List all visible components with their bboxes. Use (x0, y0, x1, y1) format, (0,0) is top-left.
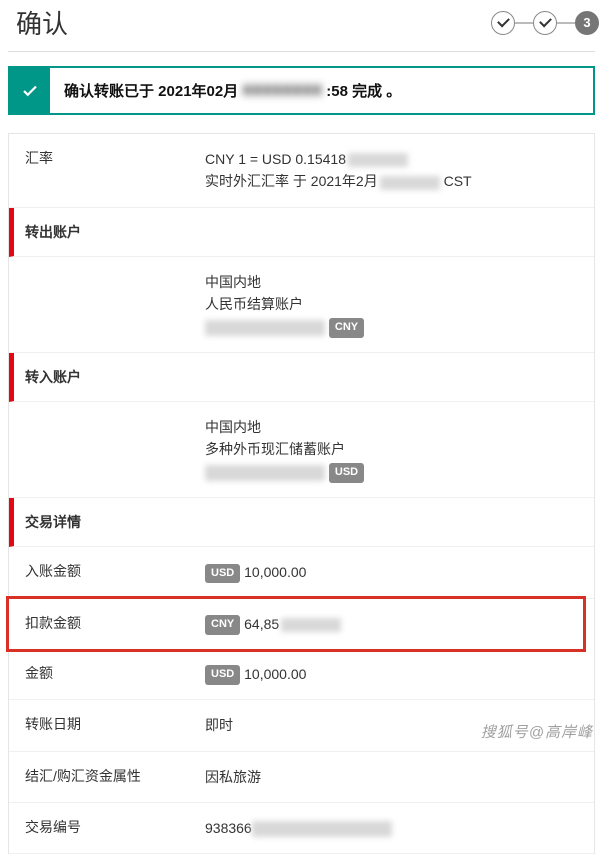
amount-value: USD 10,000.00 (205, 663, 594, 685)
purpose-value: 因私旅游 (205, 766, 594, 788)
success-prefix: 确认转账已于 2021年02月 (64, 80, 238, 101)
rate-label: 汇率 (25, 148, 205, 193)
to-region: 中国内地 (205, 416, 594, 438)
success-suffix: :58 完成 。 (326, 80, 401, 101)
debit-highlight-box: 扣款金额 CNY 64,85 (6, 596, 586, 652)
ref-label: 交易编号 (25, 817, 205, 839)
from-region: 中国内地 (205, 271, 594, 293)
row-amount: 金额 USD 10,000.00 (9, 649, 594, 700)
to-section-label: 转入账户 (25, 367, 81, 387)
from-ccy-pill: CNY (329, 318, 364, 338)
from-empty-label (25, 271, 205, 338)
step-indicator: 3 (491, 11, 599, 35)
details-section-label: 交易详情 (25, 512, 81, 532)
row-debit-amount: 扣款金额 CNY 64,85 (9, 599, 583, 649)
row-purpose: 结汇/购汇资金属性 因私旅游 (9, 752, 594, 803)
from-section-label: 转出账户 (25, 222, 81, 242)
debit-ccy-pill: CNY (205, 615, 240, 635)
from-value: 中国内地 人民币结算账户 CNY (205, 271, 594, 338)
success-check-icon (10, 68, 50, 113)
watermark: 搜狐号@高岸峰 (481, 721, 593, 742)
ref-hidden (252, 821, 392, 837)
rate-value: CNY 1 = USD 0.15418 实时外汇汇率 于 2021年2月 CST (205, 148, 594, 193)
row-rate: 汇率 CNY 1 = USD 0.15418 实时外汇汇率 于 2021年2月 … (9, 134, 594, 208)
page-header: 确认 3 (0, 0, 603, 51)
debit-label: 扣款金额 (25, 613, 205, 635)
debit-amount-prefix: 64,85 (244, 616, 279, 632)
row-credit-amount: 入账金额 USD 10,000.00 (9, 547, 594, 598)
credit-amount: 10,000.00 (244, 564, 306, 580)
ref-prefix: 938366 (205, 820, 252, 836)
section-to-account: 转入账户 (9, 353, 594, 402)
date-label: 转账日期 (25, 714, 205, 736)
to-type: 多种外币现汇储蓄账户 (205, 438, 594, 460)
credit-label: 入账金额 (25, 561, 205, 583)
rate-line1: CNY 1 = USD 0.15418 (205, 151, 346, 167)
row-to-account: 中国内地 多种外币现汇储蓄账户 USD (9, 402, 594, 498)
rate-line2-prefix: 实时外汇汇率 于 2021年2月 (205, 173, 378, 189)
step-2-done-icon (533, 11, 557, 35)
to-ccy-pill: USD (329, 463, 364, 483)
success-message: 确认转账已于 2021年02月 XXXXXXXX :58 完成 。 (50, 68, 415, 113)
success-banner: 确认转账已于 2021年02月 XXXXXXXX :58 完成 。 (8, 66, 595, 115)
step-connector (515, 22, 533, 24)
credit-value: USD 10,000.00 (205, 561, 594, 583)
section-tx-details: 交易详情 (9, 498, 594, 547)
header-divider (8, 51, 595, 52)
to-value: 中国内地 多种外币现汇储蓄账户 USD (205, 416, 594, 483)
debit-value: CNY 64,85 (205, 613, 583, 635)
to-account-hidden (205, 465, 325, 481)
success-hidden: XXXXXXXX (242, 82, 322, 99)
purpose-label: 结汇/购汇资金属性 (25, 766, 205, 788)
amount-ccy-pill: USD (205, 665, 240, 685)
ref-value: 938366 (205, 817, 594, 839)
rate-hidden (348, 153, 408, 167)
row-from-account: 中国内地 人民币结算账户 CNY (9, 257, 594, 353)
from-account-hidden (205, 320, 325, 336)
page-title: 确认 (16, 4, 68, 41)
step-3-current: 3 (575, 11, 599, 35)
step-connector (557, 22, 575, 24)
from-type: 人民币结算账户 (205, 293, 594, 315)
details-panel: 汇率 CNY 1 = USD 0.15418 实时外汇汇率 于 2021年2月 … (8, 133, 595, 854)
debit-amount-hidden (281, 618, 341, 632)
rate-line2-suffix: CST (440, 173, 472, 189)
rate-date-hidden (380, 176, 440, 190)
row-reference: 交易编号 938366 (9, 803, 594, 854)
credit-ccy-pill: USD (205, 564, 240, 584)
to-empty-label (25, 416, 205, 483)
amount-amt: 10,000.00 (244, 666, 306, 682)
section-from-account: 转出账户 (9, 208, 594, 257)
step-1-done-icon (491, 11, 515, 35)
amount-label: 金额 (25, 663, 205, 685)
